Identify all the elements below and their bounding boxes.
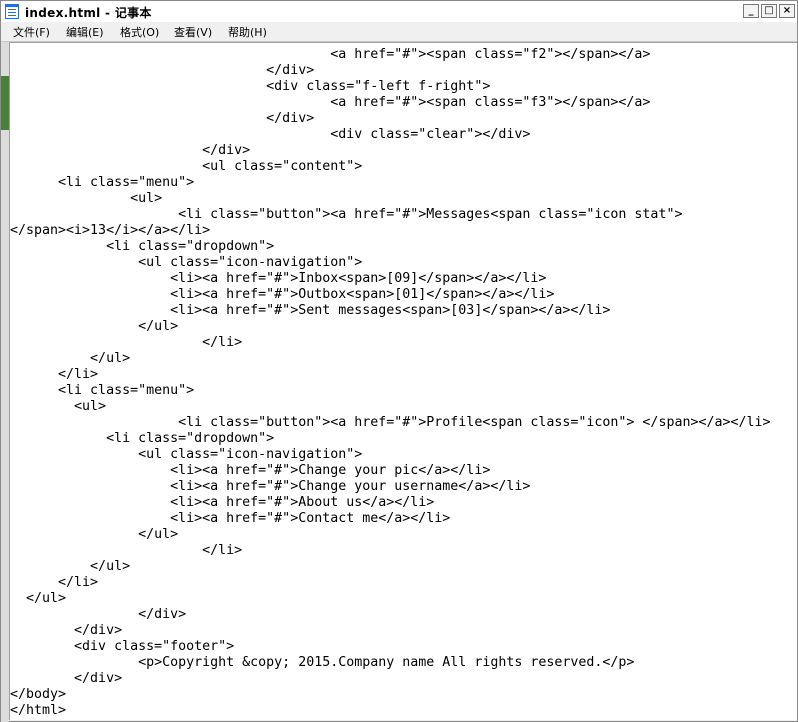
notepad-icon [5, 4, 19, 19]
code-line: <li><a href="#">Contact me</a></li> [10, 511, 451, 526]
code-line: <div class="footer"> [10, 639, 235, 654]
code-line: <ul class="content"> [10, 159, 363, 174]
code-line: </li> [10, 367, 99, 382]
code-line: <li><a href="#">About us</a></li> [10, 495, 435, 510]
code-line: </li> [10, 575, 99, 590]
code-line: <p>Copyright &copy; 2015.Company name Al… [10, 655, 635, 670]
code-line: </div> [10, 671, 123, 686]
code-line: </div> [10, 143, 251, 158]
code-line: </div> [10, 111, 315, 126]
code-line: <ul class="icon-navigation"> [10, 447, 363, 462]
title-bar[interactable]: index.html - 记事本 _ □ × [1, 1, 797, 23]
code-line: <li class="button"><a href="#">Messages<… [10, 207, 683, 222]
code-line: </ul> [10, 527, 179, 542]
menu-format[interactable]: 格式(O) [120, 24, 159, 40]
code-line: </ul> [10, 351, 131, 366]
code-line: <ul> [10, 191, 163, 206]
menu-edit[interactable]: 编辑(E) [66, 24, 104, 40]
code-line: <a href="#"><span class="f2"></span></a> [10, 47, 651, 62]
code-line: </ul> [10, 559, 131, 574]
code-line: <li><a href="#">Change your username</a>… [10, 479, 531, 494]
menu-bar: 文件(F) 编辑(E) 格式(O) 查看(V) 帮助(H) [1, 22, 797, 42]
code-line: <li class="button"><a href="#">Profile<s… [10, 415, 771, 430]
code-line: </div> [10, 607, 187, 622]
notepad-window: index.html - 记事本 _ □ × 文件(F) 编辑(E) 格式(O)… [0, 0, 798, 722]
code-line: <ul class="icon-navigation"> [10, 255, 363, 270]
code-line: <li><a href="#">Change your pic</a></li> [10, 463, 491, 478]
code-line: </div> [10, 623, 123, 638]
code-line: <li class="dropdown"> [10, 239, 275, 254]
background-window-strip [1, 42, 9, 722]
code-line: </li> [10, 335, 243, 350]
close-button[interactable]: × [779, 4, 795, 18]
maximize-button[interactable]: □ [761, 4, 777, 18]
code-line: <li><a href="#">Sent messages<span>[03]<… [10, 303, 611, 318]
code-line: <div class="clear"></div> [10, 127, 531, 142]
menu-help[interactable]: 帮助(H) [228, 24, 267, 40]
code-line: <li class="menu"> [10, 175, 195, 190]
code-line: </ul> [10, 319, 179, 334]
code-line: </html> [10, 703, 67, 718]
code-line: <li><a href="#">Inbox<span>[09]</span></… [10, 271, 547, 286]
background-window-accent [1, 76, 9, 130]
text-editor[interactable]: <a href="#"><span class="f2"></span></a>… [9, 42, 797, 720]
code-line: <li class="menu"> [10, 383, 195, 398]
code-text[interactable]: <a href="#"><span class="f2"></span></a>… [10, 47, 771, 719]
menu-view[interactable]: 查看(V) [174, 24, 212, 40]
code-line: <ul> [10, 399, 107, 414]
code-line: </span><i>13</i></a></li> [10, 223, 211, 238]
code-line: </div> [10, 63, 315, 78]
code-line: </ul> [10, 591, 67, 606]
code-line: </body> [10, 687, 67, 702]
code-line: <div class="f-left f-right"> [10, 79, 491, 94]
code-line: </li> [10, 543, 243, 558]
code-line: <li class="dropdown"> [10, 431, 275, 446]
minimize-button[interactable]: _ [743, 4, 759, 18]
code-line: <a href="#"><span class="f3"></span></a> [10, 95, 651, 110]
menu-file[interactable]: 文件(F) [13, 24, 50, 40]
code-line: <li><a href="#">Outbox<span>[01]</span><… [10, 287, 555, 302]
window-title: index.html - 记事本 [25, 6, 152, 20]
